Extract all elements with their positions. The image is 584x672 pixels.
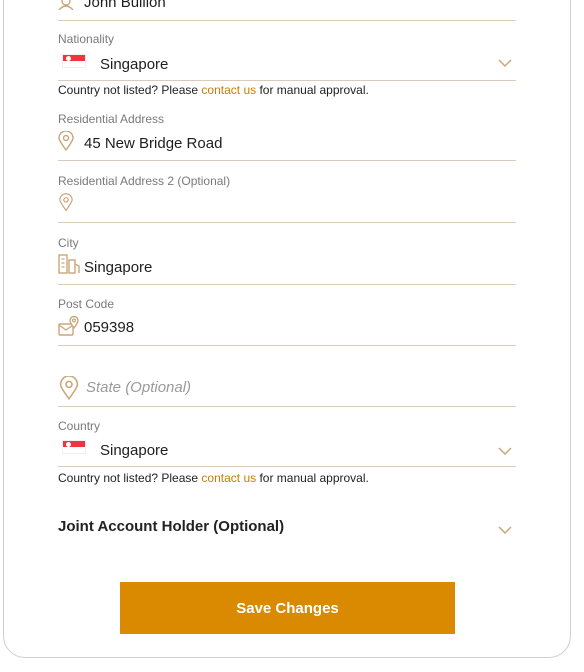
chevron-down-icon[interactable] <box>498 442 512 460</box>
state-placeholder: State (Optional) <box>86 379 192 396</box>
singapore-flag <box>62 440 86 454</box>
save-changes-button[interactable]: Save Changes <box>120 582 455 634</box>
location-pin-icon <box>59 193 73 217</box>
chevron-down-icon[interactable] <box>498 521 512 538</box>
nationality-select[interactable]: Nationality Singapore <box>58 30 516 81</box>
joint-account-holder-label: Joint Account Holder (Optional) <box>58 518 285 535</box>
residential-address-field[interactable]: Residential Address 45 New Bridge Road <box>58 110 516 161</box>
city-field[interactable]: City Singapore <box>58 234 516 285</box>
chevron-down-icon[interactable] <box>498 54 512 72</box>
person-icon <box>58 0 74 15</box>
post-code-field[interactable]: Post Code 059398 <box>58 295 516 346</box>
residential-address-value: 45 New Bridge Road <box>84 135 223 152</box>
mail-location-icon <box>58 315 80 342</box>
buildings-icon <box>58 254 80 279</box>
country-help-text: Country not listed? Please contact us fo… <box>58 471 369 485</box>
post-code-value: 059398 <box>84 319 135 336</box>
country-value: Singapore <box>100 442 169 459</box>
full-name-value: John Bullion <box>84 0 166 11</box>
contact-us-link[interactable]: contact us <box>201 83 256 97</box>
location-pin-icon <box>59 375 79 405</box>
nationality-value: Singapore <box>100 56 169 73</box>
state-field[interactable]: State (Optional) <box>58 360 516 407</box>
city-value: Singapore <box>84 259 153 276</box>
location-pin-icon <box>58 130 74 156</box>
post-code-label: Post Code <box>58 297 115 311</box>
country-select[interactable]: Country Singapore <box>58 417 516 467</box>
residential-address-2-field[interactable]: Residential Address 2 (Optional) <box>58 172 516 223</box>
contact-us-link[interactable]: contact us <box>201 471 256 485</box>
nationality-label: Nationality <box>58 32 115 46</box>
singapore-flag <box>62 54 86 68</box>
joint-account-holder-toggle[interactable]: Joint Account Holder (Optional) <box>58 518 516 538</box>
city-label: City <box>58 236 79 250</box>
full-name-field[interactable]: John Bullion <box>58 0 516 21</box>
nationality-help-text: Country not listed? Please contact us fo… <box>58 83 369 97</box>
residential-address-label: Residential Address <box>58 112 165 126</box>
country-label: Country <box>58 419 101 433</box>
residential-address-2-label: Residential Address 2 (Optional) <box>58 174 231 188</box>
